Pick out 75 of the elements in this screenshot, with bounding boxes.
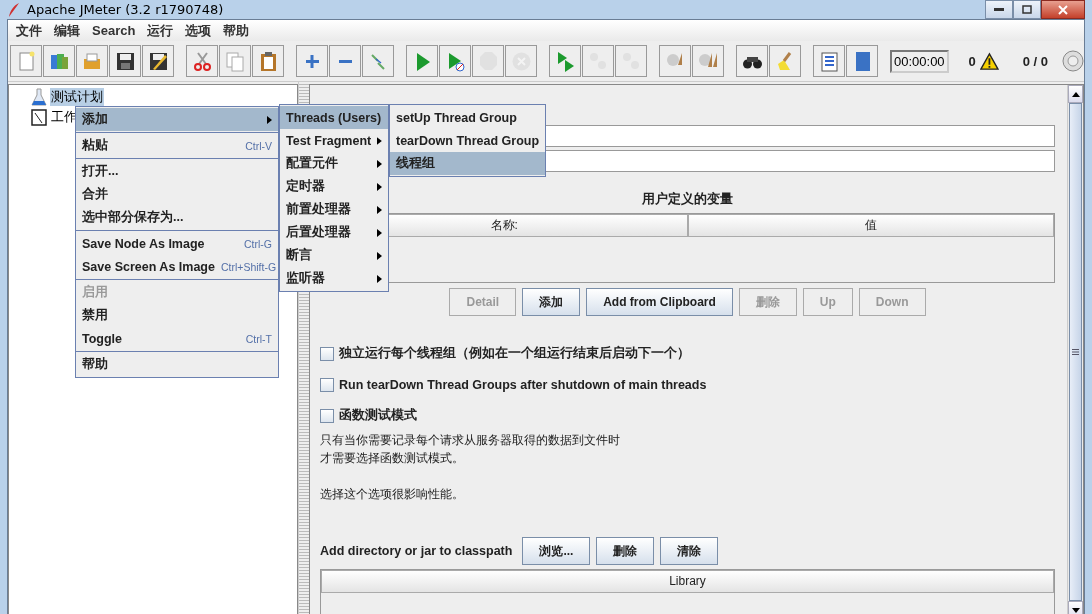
menu-item[interactable]: 合并: [76, 183, 278, 206]
copy-icon: [223, 49, 247, 73]
menu-item[interactable]: 选项: [179, 21, 218, 40]
flask-icon: [31, 88, 47, 106]
close-icon: [1058, 4, 1068, 15]
table-button[interactable]: Add from Clipboard: [586, 288, 733, 316]
notepad-icon: [31, 108, 47, 126]
menu-item[interactable]: 禁用: [76, 304, 278, 327]
warning-icon: [979, 51, 999, 71]
checkbox-label: 独立运行每个线程组（例如在一个组运行结束后启动下一个）: [339, 345, 690, 362]
submenu-arrow-icon: [377, 205, 382, 214]
error-count: 0: [968, 53, 976, 69]
help-text: 才需要选择函数测试模式。: [320, 450, 465, 467]
maximize-button[interactable]: [1013, 0, 1041, 19]
close-button[interactable]: [1041, 0, 1085, 19]
menu-item[interactable]: 帮助: [217, 21, 256, 40]
checkbox[interactable]: [320, 346, 334, 361]
toolbar-button[interactable]: [109, 45, 141, 77]
grip-icon: [1072, 349, 1079, 355]
restore-icon: [1022, 5, 1032, 14]
help-text: 选择这个选项很影响性能。: [320, 486, 465, 503]
submenu-arrow-icon: [377, 274, 382, 283]
menu-item[interactable]: setUp Thread Group: [390, 106, 545, 129]
checkbox[interactable]: [320, 377, 334, 392]
column-header[interactable]: Library: [321, 570, 1054, 593]
scrollbar[interactable]: [1067, 85, 1083, 614]
menu-item[interactable]: 帮助: [76, 353, 278, 376]
menu-item[interactable]: 监听器: [280, 267, 388, 290]
submenu-arrow-icon: [377, 159, 382, 168]
menu-item[interactable]: Test Fragment: [280, 129, 388, 152]
tree-item[interactable]: 测试计划: [50, 88, 104, 106]
menu-item[interactable]: 定时器: [280, 175, 388, 198]
menu-item[interactable]: 编辑: [48, 21, 86, 40]
menu-item[interactable]: tearDown Thread Group: [390, 129, 545, 152]
menu-item[interactable]: 配置元件: [280, 152, 388, 175]
help-text: 只有当你需要记录每个请求从服务器取得的数据到文件时: [320, 432, 621, 449]
checkbox-label: 函数测试模式: [339, 407, 417, 424]
section-title: 用户定义的变量: [641, 190, 734, 208]
table-button[interactable]: 添加: [522, 288, 581, 316]
down-arrow-icon: [1071, 607, 1080, 613]
classpath-label: Add directory or jar to classpath: [320, 544, 513, 558]
elapsed-time: 00:00:00: [890, 49, 949, 73]
classpath-button[interactable]: 浏览...: [522, 537, 591, 565]
classpath-button[interactable]: 清除: [660, 537, 719, 565]
menu-item[interactable]: 运行: [141, 21, 180, 40]
minimize-icon: [994, 7, 1004, 12]
toolbar-button[interactable]: [736, 45, 768, 77]
checkbox[interactable]: [320, 408, 334, 423]
up-arrow-icon: [1071, 91, 1080, 97]
checkbox-label: Run tearDown Thread Groups after shutdown of main threads: [339, 377, 707, 392]
menu-item[interactable]: 断言: [280, 244, 388, 267]
submenu-arrow-icon: [377, 251, 382, 260]
thread-count: 0 / 0: [1022, 53, 1048, 69]
menu-item[interactable]: 打开...: [76, 160, 278, 183]
classpath-button[interactable]: 删除: [596, 537, 655, 565]
menu-item[interactable]: 添加: [76, 108, 278, 131]
toolbar-button[interactable]: [142, 45, 174, 77]
minimize-button[interactable]: [985, 0, 1013, 19]
feather-icon: [7, 1, 21, 18]
menu-item[interactable]: Search: [86, 23, 142, 38]
menu-item[interactable]: 选中部分保存为...: [76, 206, 278, 229]
menu-item[interactable]: 文件: [10, 21, 48, 40]
submenu-arrow-icon: [377, 182, 382, 191]
window-title: Apache JMeter (3.2 r1790748): [27, 2, 224, 17]
menu-item[interactable]: Save Node As Image Ctrl-G: [76, 232, 278, 255]
submenu-arrow-icon: [377, 228, 382, 237]
menu-item[interactable]: Save Screen As Image Ctrl+Shift-G: [76, 255, 278, 278]
menu-item[interactable]: Threads (Users): [280, 106, 388, 129]
menu-item[interactable]: Toggle Ctrl-T: [76, 327, 278, 350]
menu-item[interactable]: 粘贴 Ctrl-V: [76, 134, 278, 157]
menu-item[interactable]: 线程组: [390, 152, 545, 175]
column-header[interactable]: 值: [687, 214, 1054, 237]
submenu-arrow-icon: [377, 136, 382, 145]
collapse-icon: [337, 58, 353, 64]
tree-item[interactable]: 工作: [50, 108, 78, 126]
